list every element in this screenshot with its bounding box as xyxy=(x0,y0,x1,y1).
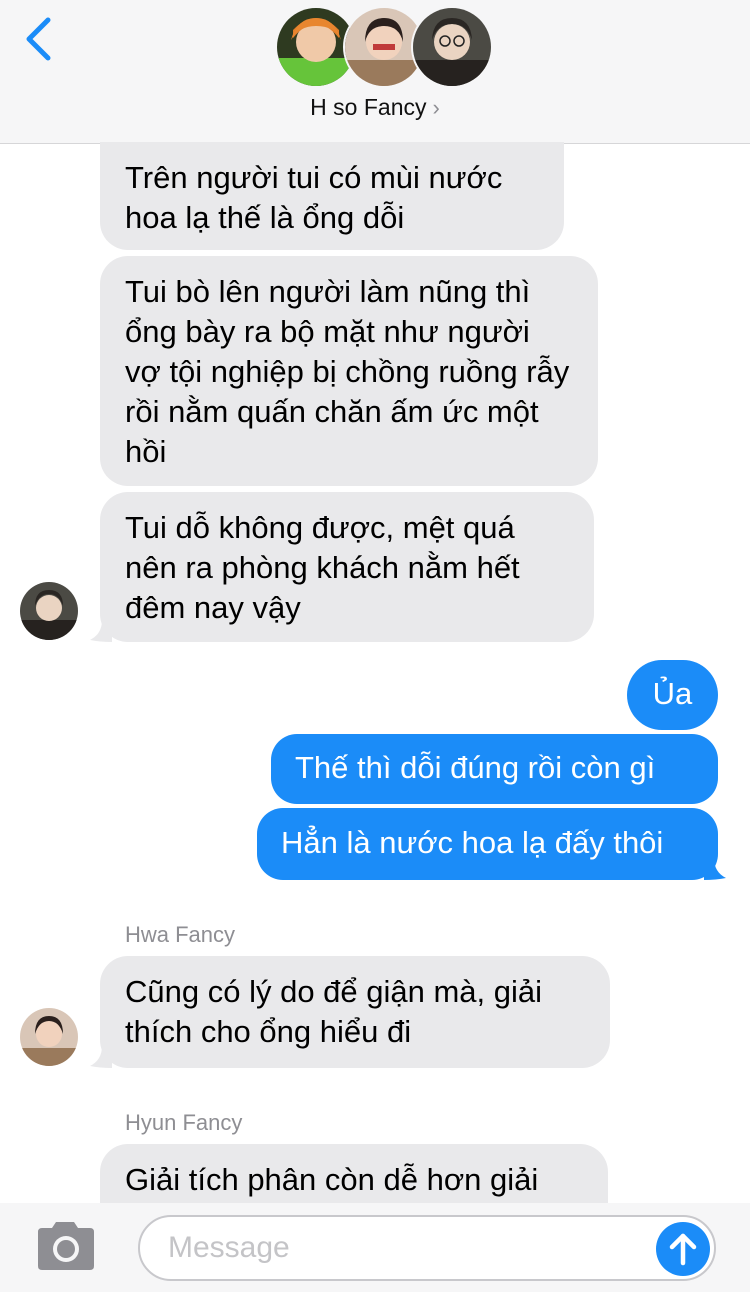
sender-avatar xyxy=(20,582,78,640)
incoming-message-bubble[interactable]: Tui dỗ không được, mệt quá nên ra phòng … xyxy=(100,492,594,642)
incoming-message-bubble[interactable]: Trên người tui có mùi nước hoa lạ thế là… xyxy=(100,142,564,250)
message-placeholder: Message xyxy=(168,1231,290,1264)
message-text: Giải tích phân còn dễ hơn giải xyxy=(125,1162,539,1197)
message-text: Tui bò lên người làm nũng thì ổng bày ra… xyxy=(125,274,570,469)
outgoing-message-bubble[interactable]: Ủa xyxy=(627,660,718,730)
message-text: Thế thì dỗi đúng rồi còn gì xyxy=(295,750,656,785)
message-input[interactable]: Message xyxy=(138,1215,716,1281)
group-name[interactable]: H so Fancy › xyxy=(0,94,750,121)
incoming-message-bubble[interactable]: Cũng có lý do để giận mà, giải thích cho… xyxy=(100,956,610,1068)
camera-icon[interactable] xyxy=(34,1222,96,1272)
message-text: Hẳn là nước hoa lạ đấy thôi xyxy=(281,825,664,860)
sender-name: Hyun Fancy xyxy=(125,1110,243,1135)
send-button[interactable] xyxy=(656,1222,710,1276)
group-avatars[interactable] xyxy=(275,6,493,88)
message-text: Tui dỗ không được, mệt quá nên ra phòng … xyxy=(125,510,520,625)
sender-avatar xyxy=(20,1008,78,1066)
arrow-up-icon xyxy=(669,1233,697,1266)
back-chevron-icon[interactable] xyxy=(22,16,54,62)
bubble-tail xyxy=(90,1046,112,1068)
message-input-bar: Message xyxy=(0,1203,750,1292)
incoming-message-bubble[interactable]: Tui bò lên người làm nũng thì ổng bày ra… xyxy=(100,256,598,486)
outgoing-message-bubble[interactable]: Thế thì dỗi đúng rồi còn gì xyxy=(271,734,718,804)
group-name-label: H so Fancy xyxy=(310,94,427,120)
sender-name: Hwa Fancy xyxy=(125,922,236,947)
avatar xyxy=(411,6,493,88)
conversation-header: H so Fancy › xyxy=(0,0,750,144)
outgoing-message-bubble[interactable]: Hẳn là nước hoa lạ đấy thôi xyxy=(257,808,718,880)
message-text: Ủa xyxy=(652,676,693,711)
disclosure-chevron-icon: › xyxy=(432,95,440,120)
bubble-tail xyxy=(90,620,112,642)
message-text: Trên người tui có mùi nước hoa lạ thế là… xyxy=(125,160,503,235)
bubble-tail xyxy=(704,858,726,880)
message-text: Cũng có lý do để giận mà, giải thích cho… xyxy=(125,974,543,1049)
